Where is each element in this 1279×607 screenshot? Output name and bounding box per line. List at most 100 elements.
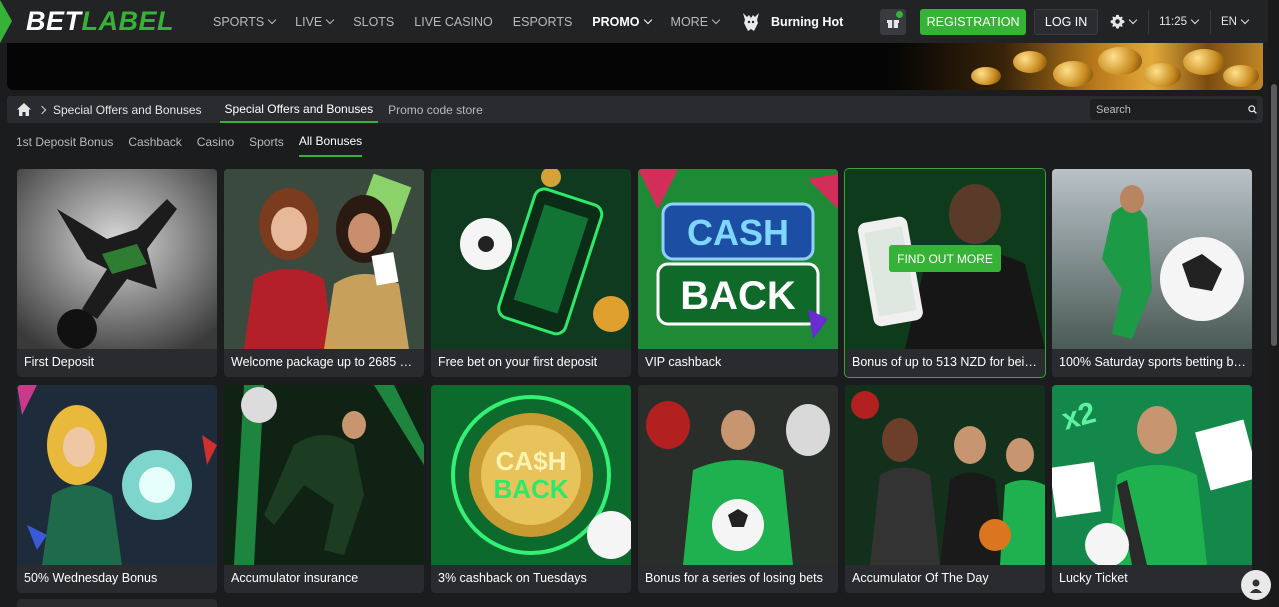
fan-ticket-image: x2	[1052, 385, 1252, 565]
breadcrumb: Special Offers and Bonuses Special Offer…	[7, 96, 1263, 123]
bonus-card[interactable]: Free bet on your first deposit	[431, 169, 631, 377]
chevron-down-icon	[1240, 15, 1250, 24]
athletes-image	[845, 385, 1045, 565]
nav-slots[interactable]: SLOTS	[353, 15, 394, 29]
promo-banner[interactable]	[7, 43, 1263, 90]
nav-more[interactable]: MORE	[670, 14, 721, 29]
nav-sports[interactable]: SPORTS	[213, 14, 277, 29]
goal-keeper-image	[1052, 169, 1252, 349]
gear-icon	[1110, 14, 1125, 29]
bonus-card[interactable]: First Deposit	[17, 169, 217, 377]
logo-text-part1: BET	[26, 6, 82, 36]
bonus-card[interactable]: FIND OUT MORE Bonus of up to 513 NZD for…	[844, 168, 1046, 378]
bull-head-icon	[743, 12, 760, 31]
tab-promo-code-store[interactable]: Promo code store	[388, 103, 483, 117]
card-title: Welcome package up to 2685 NZD	[231, 355, 419, 369]
tab-all-bonuses[interactable]: All Bonuses	[298, 127, 363, 157]
soccer-phone-image	[431, 169, 631, 349]
search-input[interactable]	[1090, 102, 1238, 117]
cashback-coin-image: CA$H BACK	[431, 385, 631, 565]
svg-text:CA$H: CA$H	[496, 446, 567, 476]
chevron-down-icon	[643, 15, 652, 24]
nav-more-label: MORE	[670, 14, 709, 29]
login-button[interactable]: LOG IN	[1034, 8, 1099, 35]
header-tools: REGISTRATION LOG IN 11:25 EN	[880, 0, 1260, 43]
language-dropdown[interactable]: EN	[1221, 15, 1250, 28]
chevron-down-icon	[1190, 15, 1200, 24]
bonus-card[interactable]: CASH BACK VIP cashback	[638, 169, 838, 377]
card-title: 50% Wednesday Bonus	[24, 571, 158, 585]
support-agent-icon	[1250, 579, 1262, 593]
tab-special-offers[interactable]: Special Offers and Bonuses	[219, 96, 379, 123]
cashback-sign-image: CASH BACK	[638, 169, 838, 349]
nav-live-label: LIVE	[295, 14, 323, 29]
breadcrumb-current[interactable]: Special Offers and Bonuses	[53, 103, 202, 117]
nav-sports-label: SPORTS	[213, 14, 265, 29]
scrollbar-thumb[interactable]	[1271, 84, 1277, 346]
chevron-down-icon	[267, 15, 277, 24]
bonus-card[interactable]: CA$H BACK 3% cashback on Tuesdays	[431, 385, 631, 593]
tab-cashback[interactable]: Cashback	[128, 127, 181, 157]
language-code: EN	[1221, 15, 1237, 28]
card-title: Accumulator insurance	[231, 571, 359, 585]
time-dropdown[interactable]: 11:25	[1159, 15, 1200, 28]
bonus-card[interactable]: Bonus for a series of losing bets	[638, 385, 838, 593]
coins-image	[893, 43, 1263, 90]
bonus-card[interactable]: Accumulator Of The Day	[845, 385, 1045, 593]
support-chat-button[interactable]	[1241, 570, 1271, 600]
svg-text:BACK: BACK	[680, 274, 796, 318]
bonus-card[interactable]: x2 Lucky Ticket	[1052, 385, 1252, 593]
home-icon[interactable]	[17, 103, 31, 116]
divider	[1210, 9, 1212, 34]
page-scrollbar[interactable]	[1268, 0, 1279, 607]
nav-esports-label: ESPORTS	[512, 14, 573, 29]
card-title: Bonus for a series of losing bets	[645, 571, 823, 585]
tab-1st-deposit-bonus[interactable]: 1st Deposit Bonus	[16, 127, 113, 157]
card-title: Bonus of up to 513 NZD for being active	[852, 355, 1040, 369]
nav-promo[interactable]: PROMO	[592, 14, 652, 29]
burning-hot-link[interactable]: Burning Hot	[741, 11, 843, 33]
football-player-image	[224, 385, 424, 565]
clock-time: 11:25	[1159, 15, 1188, 28]
betlabel-logo[interactable]: BETLABEL	[26, 6, 174, 37]
svg-text:CASH: CASH	[687, 212, 789, 253]
main-nav: SPORTS LIVE SLOTS LIVE CASINO ESPORTS PR…	[213, 0, 843, 43]
card-title: Lucky Ticket	[1059, 571, 1128, 585]
notification-dot	[896, 10, 904, 18]
card-title: First Deposit	[24, 355, 95, 369]
bonus-card[interactable]: 50% Wednesday Bonus	[17, 385, 217, 593]
registration-button[interactable]: REGISTRATION	[920, 8, 1027, 35]
card-title: VIP cashback	[645, 355, 722, 369]
nav-live-casino[interactable]: LIVE CASINO	[414, 15, 493, 29]
bonus-card[interactable]: 100% Saturday sports betting bonus	[1052, 169, 1252, 377]
next-row-card-peek[interactable]	[17, 599, 217, 607]
chevron-down-icon	[326, 15, 335, 24]
card-title: 3% cashback on Tuesdays	[438, 571, 587, 585]
bonus-card[interactable]: Accumulator insurance	[224, 385, 424, 593]
tab-sports[interactable]: Sports	[249, 127, 284, 157]
nav-live[interactable]: LIVE	[295, 14, 335, 29]
svg-text:BACK: BACK	[493, 474, 568, 504]
bonus-card[interactable]: Welcome package up to 2685 NZD	[224, 169, 424, 377]
nav-slots-label: SLOTS	[353, 14, 395, 29]
nav-esports[interactable]: ESPORTS	[513, 15, 573, 29]
chevron-down-icon	[1128, 15, 1138, 24]
card-title: Free bet on your first deposit	[438, 355, 598, 369]
casino-women-image	[224, 169, 424, 349]
card-title: Accumulator Of The Day	[852, 571, 989, 585]
sports-team-image	[638, 385, 838, 565]
nav-promo-label: PROMO	[592, 14, 640, 29]
tab-casino[interactable]: Casino	[197, 127, 234, 157]
divider	[1148, 9, 1150, 34]
search-icon[interactable]	[1248, 104, 1257, 115]
find-out-more-button[interactable]: FIND OUT MORE	[889, 245, 1001, 272]
settings-dropdown[interactable]	[1110, 14, 1138, 29]
chevron-down-icon	[711, 15, 721, 24]
soccer-kick-image	[17, 169, 217, 349]
logo-flag-shape	[0, 0, 12, 43]
bonus-filter-tabs: 1st Deposit Bonus Cashback Casino Sports…	[16, 127, 377, 157]
search-box[interactable]	[1090, 99, 1257, 120]
gift-button[interactable]	[880, 8, 907, 35]
burning-hot-label: Burning Hot	[771, 14, 844, 29]
nav-live-casino-label: LIVE CASINO	[414, 14, 493, 29]
